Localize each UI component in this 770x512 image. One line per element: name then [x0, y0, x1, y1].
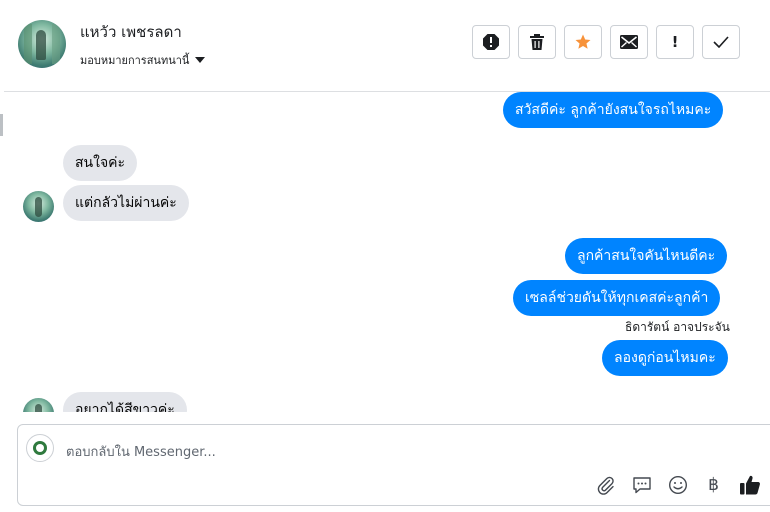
message-outgoing: ลูกค้าสนใจคันไหนดีคะ — [565, 238, 728, 274]
payment-button[interactable]: ฿ — [701, 472, 726, 497]
report-spam-button[interactable] — [472, 25, 510, 59]
conversation-actions: ! — [472, 25, 740, 59]
trash-icon — [530, 34, 544, 50]
attach-button[interactable] — [593, 472, 618, 497]
contact-name[interactable]: แหวัว เพชรลดา — [80, 20, 182, 44]
message-outgoing: ลองดูก่อนไหมคะ — [602, 340, 728, 376]
saved-replies-button[interactable] — [629, 472, 654, 497]
message-outgoing: เซลล์ช่วยดันให้ทุกเคสค่ะลูกค้า — [513, 280, 721, 316]
page-logo — [26, 434, 54, 462]
reply-input[interactable]: ตอบกลับใน Messenger... — [66, 441, 216, 462]
assign-conversation-dropdown[interactable]: มอบหมายการสนทนานี้ — [80, 51, 206, 69]
delete-button[interactable] — [518, 25, 556, 59]
reply-composer[interactable]: ตอบกลับใน Messenger... ฿ — [17, 424, 770, 506]
thumbs-up-icon — [739, 475, 760, 494]
chat-bubble-icon — [632, 476, 651, 493]
baht-icon: ฿ — [708, 474, 719, 495]
message-outgoing: สวัสดีค่ะ ลูกค้ายังสนใจรถไหมคะ — [503, 92, 724, 128]
message-incoming: แต่กลัวไม่ผ่านค่ะ — [63, 185, 189, 221]
star-button[interactable] — [564, 25, 602, 59]
star-icon — [575, 34, 591, 49]
mark-done-button[interactable] — [702, 25, 740, 59]
like-button[interactable] — [737, 472, 762, 497]
message-thread[interactable]: สวัสดีค่ะ ลูกค้ายังสนใจรถไหมคะ สนใจค่ะ แ… — [0, 92, 770, 412]
sender-name: ธิดารัตน์ อาจประจัน — [625, 320, 730, 334]
check-icon — [713, 36, 729, 48]
message-incoming: สนใจค่ะ — [63, 145, 138, 181]
contact-avatar-small — [23, 191, 54, 222]
mail-icon — [620, 35, 638, 49]
smiley-icon — [668, 475, 687, 494]
assign-label: มอบหมายการสนทนานี้ — [80, 54, 190, 67]
caret-down-icon — [195, 57, 206, 63]
emoji-button[interactable] — [665, 472, 690, 497]
important-button[interactable]: ! — [656, 25, 694, 59]
conversation-header: แหวัว เพชรลดา มอบหมายการสนทนานี้ ! — [4, 0, 770, 92]
paperclip-icon — [597, 476, 614, 495]
mark-unread-button[interactable] — [610, 25, 648, 59]
contact-avatar[interactable] — [18, 20, 66, 68]
contact-avatar-small — [23, 398, 54, 412]
composer-toolbar: ฿ — [593, 472, 762, 497]
message-incoming: อยากได้สีขาวค่ะ — [63, 392, 187, 412]
report-icon — [483, 34, 499, 50]
important-icon: ! — [671, 33, 679, 51]
